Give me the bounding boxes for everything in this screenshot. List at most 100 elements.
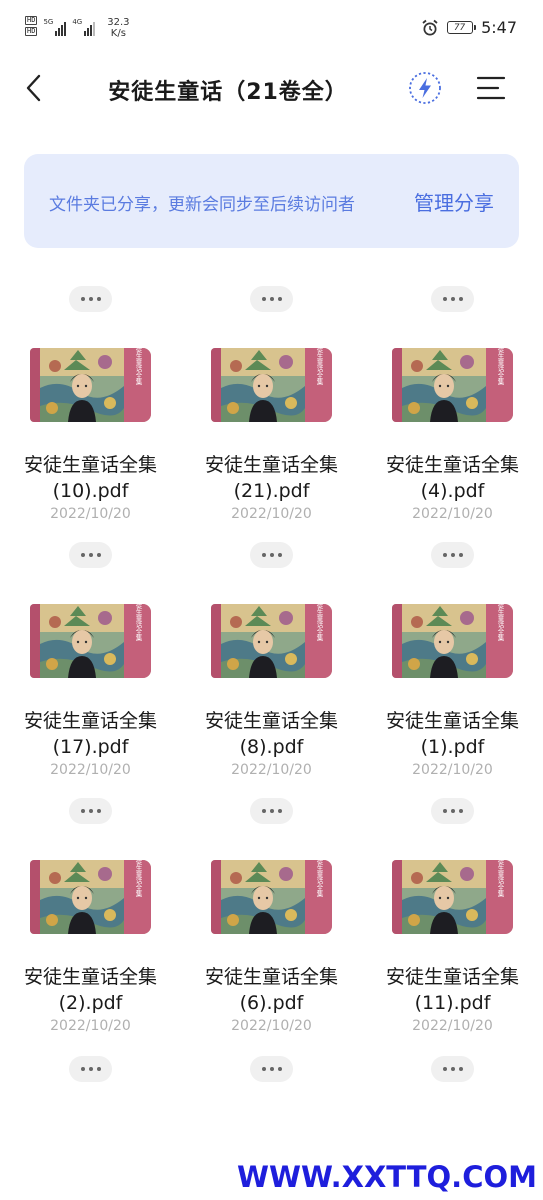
file-name-line1: 安徒生童话全集 [204, 710, 338, 732]
file-name-line1: 安徒生童话全集 [23, 710, 157, 732]
file-grid-item[interactable]: 安徒生童话全集 安徒生童话全集 (8).pdf 2022/10/20 [181, 542, 362, 798]
cover-spine-text: 安徒生童话全集 [315, 604, 323, 642]
file-name-line2: (8).pdf [239, 736, 304, 758]
more-options-icon[interactable] [250, 286, 293, 312]
cover-spine-text: 安徒生童话全集 [134, 348, 142, 386]
pdf-thumbnail-image: 安徒生童话全集 [392, 604, 513, 678]
pdf-thumbnail-image: 安徒生童话全集 [30, 604, 151, 678]
hamburger-menu-icon[interactable] [476, 74, 506, 102]
file-name[interactable]: 安徒生童话全集 (11).pdf [362, 964, 543, 1016]
lightning-icon[interactable] [407, 70, 443, 106]
file-grid-item[interactable]: 安徒生童话全集 安徒生童话全集 (11).pdf 2022/10/20 [362, 798, 543, 1054]
file-name-line2: (1).pdf [420, 736, 485, 758]
more-options-icon[interactable] [250, 798, 293, 824]
pdf-thumbnail-image: 安徒生童话全集 [30, 348, 151, 422]
file-name-line2: (11).pdf [414, 992, 491, 1014]
file-name-line2: (10).pdf [52, 480, 129, 502]
file-date: 2022/10/20 [231, 1018, 312, 1034]
cover-spine-text: 安徒生童话全集 [315, 860, 323, 898]
file-name-line2: (4).pdf [420, 480, 485, 502]
pdf-thumbnail[interactable]: 安徒生童话全集 [392, 860, 513, 934]
file-name-line1: 安徒生童话全集 [23, 966, 157, 988]
pdf-thumbnail[interactable]: 安徒生童话全集 [392, 348, 513, 422]
more-options-icon[interactable] [250, 1056, 293, 1082]
pdf-thumbnail[interactable]: 安徒生童话全集 [30, 860, 151, 934]
share-notice-banner: 文件夹已分享，更新会同步至后续访问者 管理分享 [24, 154, 519, 248]
cover-spine-text: 安徒生童话全集 [496, 604, 504, 642]
more-options-icon[interactable] [431, 798, 474, 824]
file-date: 2022/10/20 [412, 1018, 493, 1034]
file-name-line1: 安徒生童话全集 [385, 966, 519, 988]
share-notice-text: 文件夹已分享，更新会同步至后续访问者 [49, 195, 355, 215]
network-5g-label: 5G [43, 18, 54, 26]
file-name[interactable]: 安徒生童话全集 (4).pdf [362, 452, 543, 504]
sim1-hd-label: HD [25, 16, 38, 25]
status-bar: HD HD 5G 4G 32.3 K/s 77 5:47 [0, 0, 543, 60]
pdf-thumbnail[interactable]: 安徒生童话全集 [30, 604, 151, 678]
clock-time: 5:47 [481, 18, 517, 37]
top-app-bar: 安徒生童话（21卷全） [0, 60, 543, 116]
file-name-line2: (2).pdf [58, 992, 123, 1014]
cover-spine-text: 安徒生童话全集 [134, 860, 142, 898]
pdf-thumbnail-image: 安徒生童话全集 [30, 860, 151, 934]
more-options-icon[interactable] [250, 542, 293, 568]
file-grid-item[interactable]: 安徒生童话全集 安徒生童话全集 (17).pdf 2022/10/20 [0, 542, 181, 798]
file-grid-item[interactable]: 安徒生童话全集 安徒生童话全集 (2).pdf 2022/10/20 [0, 798, 181, 1054]
cover-spine-text: 安徒生童话全集 [315, 348, 323, 386]
file-name[interactable]: 安徒生童话全集 (6).pdf [181, 964, 362, 1016]
file-grid-item[interactable]: 安徒生童话全集 安徒生童话全集 (4).pdf 2022/10/20 [362, 286, 543, 542]
file-name[interactable]: 安徒生童话全集 (1).pdf [362, 708, 543, 760]
file-name[interactable]: 安徒生童话全集 (8).pdf [181, 708, 362, 760]
pdf-thumbnail[interactable]: 安徒生童话全集 [211, 860, 332, 934]
cover-spine-text: 安徒生童话全集 [496, 348, 504, 386]
more-options-icon[interactable] [431, 1056, 474, 1082]
network-4g-label: 4G [72, 18, 83, 26]
speed-unit: K/s [110, 28, 126, 39]
pdf-thumbnail-image: 安徒生童话全集 [392, 860, 513, 934]
more-options-icon[interactable] [431, 286, 474, 312]
file-grid-item[interactable]: 安徒生童话全集 安徒生童话全集 (21).pdf 2022/10/20 [181, 286, 362, 542]
pdf-thumbnail-image: 安徒生童话全集 [392, 348, 513, 422]
file-grid-item[interactable]: 安徒生童话全集 安徒生童话全集 (6).pdf 2022/10/20 [181, 798, 362, 1054]
more-options-icon[interactable] [431, 542, 474, 568]
more-options-icon[interactable] [69, 1056, 112, 1082]
manage-share-button[interactable]: 管理分享 [414, 187, 494, 216]
file-date: 2022/10/20 [231, 506, 312, 522]
file-date: 2022/10/20 [231, 762, 312, 778]
pdf-thumbnail[interactable]: 安徒生童话全集 [30, 348, 151, 422]
sim2-hd-label: HD [25, 27, 38, 36]
cover-spine-text: 安徒生童话全集 [134, 604, 142, 642]
pdf-thumbnail[interactable]: 安徒生童话全集 [211, 604, 332, 678]
page-title: 安徒生童话（21卷全） [108, 80, 348, 105]
cover-spine-text: 安徒生童话全集 [496, 860, 504, 898]
more-options-icon[interactable] [69, 286, 112, 312]
file-name-line1: 安徒生童话全集 [385, 710, 519, 732]
file-grid-item[interactable]: 安徒生童话全集 安徒生童话全集 (1).pdf 2022/10/20 [362, 542, 543, 798]
file-name[interactable]: 安徒生童话全集 (2).pdf [0, 964, 181, 1016]
more-options-icon[interactable] [69, 798, 112, 824]
file-name-line1: 安徒生童话全集 [204, 454, 338, 476]
file-name-line2: (17).pdf [52, 736, 129, 758]
file-name[interactable]: 安徒生童话全集 (21).pdf [181, 452, 362, 504]
file-date: 2022/10/20 [50, 762, 131, 778]
file-date: 2022/10/20 [50, 1018, 131, 1034]
signal-5g-icon: 5G [43, 16, 67, 36]
pdf-thumbnail-image: 安徒生童话全集 [211, 604, 332, 678]
file-name-line1: 安徒生童话全集 [385, 454, 519, 476]
pdf-thumbnail[interactable]: 安徒生童话全集 [392, 604, 513, 678]
signal-4g-icon: 4G [72, 16, 96, 36]
pdf-thumbnail[interactable]: 安徒生童话全集 [211, 348, 332, 422]
file-name-line2: (6).pdf [239, 992, 304, 1014]
pdf-thumbnail-image: 安徒生童话全集 [211, 860, 332, 934]
file-name[interactable]: 安徒生童话全集 (10).pdf [0, 452, 181, 504]
sim-indicators: HD HD [25, 16, 38, 38]
speed-value: 32.3 [107, 17, 130, 28]
file-date: 2022/10/20 [412, 762, 493, 778]
file-date: 2022/10/20 [412, 506, 493, 522]
file-name-line1: 安徒生童话全集 [204, 966, 338, 988]
file-grid-item[interactable]: 安徒生童话全集 安徒生童话全集 (10).pdf 2022/10/20 [0, 286, 181, 542]
more-options-icon[interactable] [69, 542, 112, 568]
file-name[interactable]: 安徒生童话全集 (17).pdf [0, 708, 181, 760]
battery-icon: 77 [447, 21, 477, 34]
network-speed: 32.3 K/s [107, 17, 129, 39]
